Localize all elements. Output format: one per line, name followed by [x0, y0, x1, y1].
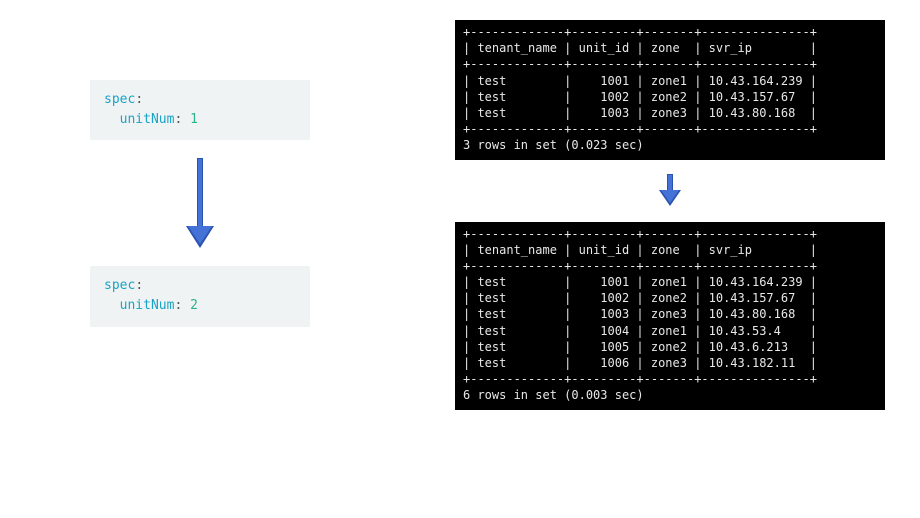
arrow-down-icon — [661, 174, 679, 208]
yaml-key-unitnum: unitNum — [120, 298, 175, 313]
yaml-key-spec: spec — [104, 278, 135, 293]
yaml-column: spec: unitNum: 1 spec: unitNum: 2 — [90, 80, 310, 327]
arrow-down-icon — [189, 158, 211, 248]
terminal-after: +-------------+---------+-------+-------… — [455, 222, 885, 410]
terminal-column: +-------------+---------+-------+-------… — [455, 20, 885, 410]
yaml-key-unitnum: unitNum — [120, 112, 175, 127]
yaml-block-before: spec: unitNum: 1 — [90, 80, 310, 140]
yaml-key-spec: spec — [104, 92, 135, 107]
yaml-block-after: spec: unitNum: 2 — [90, 266, 310, 326]
terminal-before: +-------------+---------+-------+-------… — [455, 20, 885, 160]
yaml-value: 2 — [190, 298, 198, 313]
yaml-value: 1 — [190, 112, 198, 127]
